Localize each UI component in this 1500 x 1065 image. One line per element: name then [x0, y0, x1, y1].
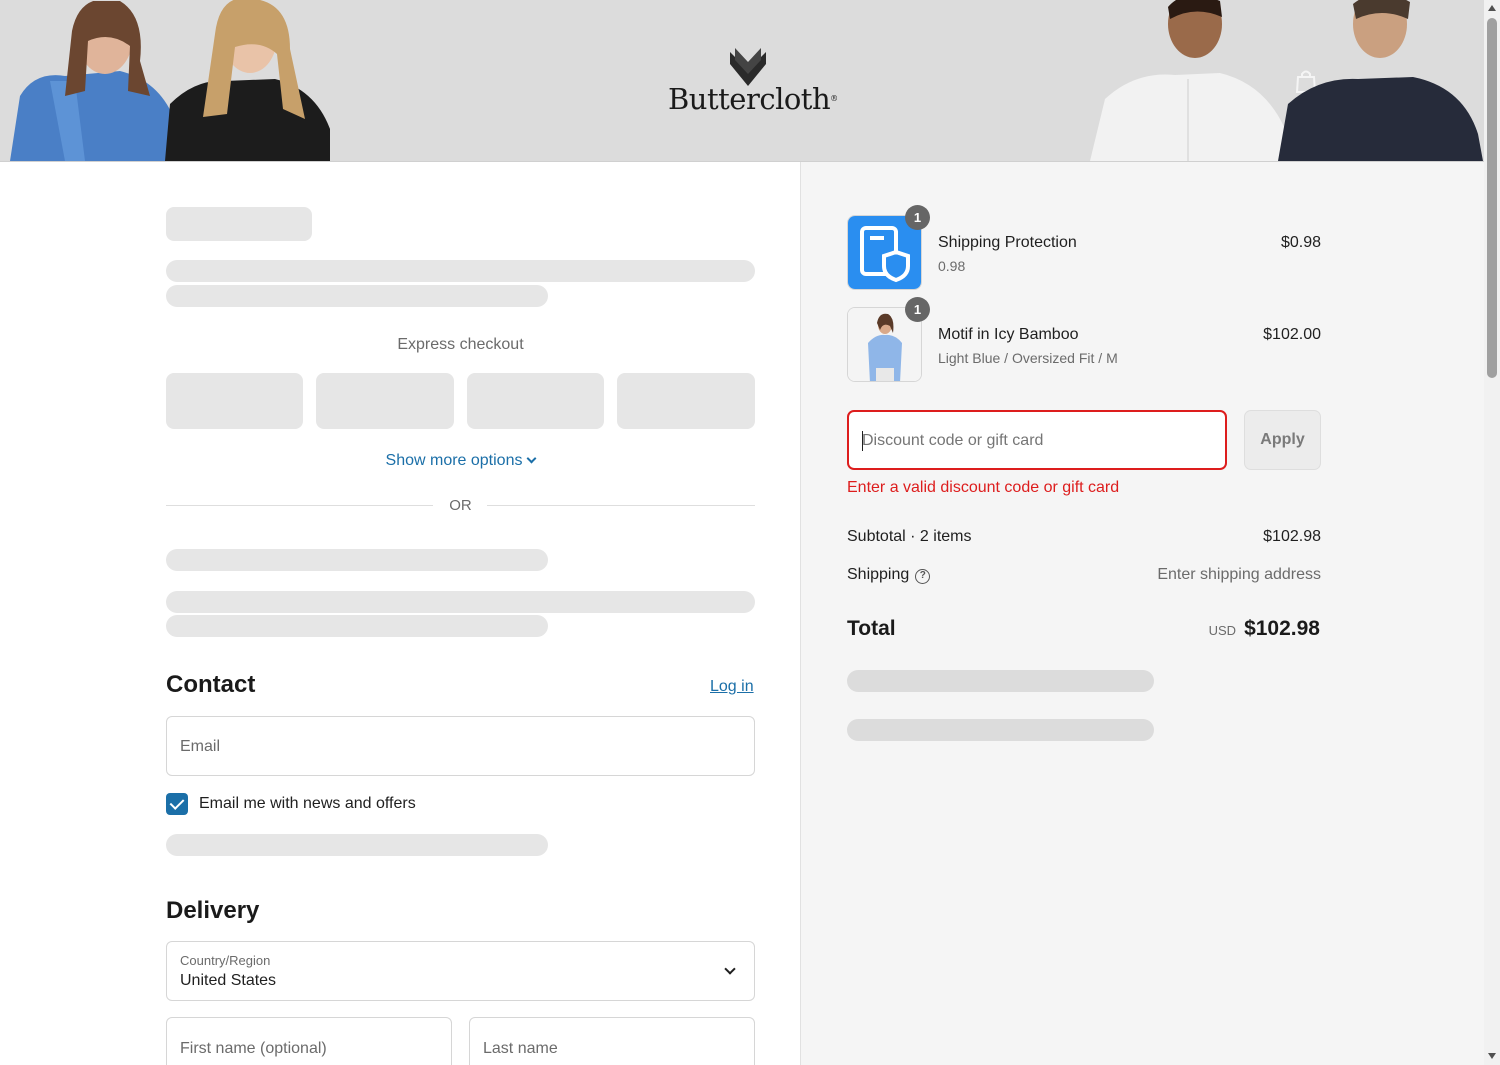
currency-code: USD	[1208, 623, 1237, 638]
express-pay-button[interactable]	[166, 373, 303, 429]
skeleton-line	[166, 615, 548, 637]
contact-heading: Contact	[166, 671, 256, 698]
chevron-down-icon	[724, 963, 736, 975]
item-name: Shipping Protection	[938, 234, 1077, 251]
country-label: Country/Region	[180, 953, 271, 968]
text-caret	[862, 431, 863, 451]
quantity-badge: 1	[905, 297, 930, 322]
total-label: Total	[847, 617, 896, 640]
total-value: $102.98	[1244, 617, 1320, 640]
order-item: 1 Motif in Icy Bamboo Light Blue / Overs…	[847, 297, 1321, 383]
model-photo-man-white	[1090, 0, 1290, 161]
model-photo-man-navy	[1278, 0, 1483, 161]
header-banner: Buttercloth®	[0, 0, 1484, 162]
order-item: 1 Shipping Protection 0.98 $0.98	[847, 205, 1321, 291]
item-name: Motif in Icy Bamboo	[938, 326, 1079, 343]
scroll-down-arrow-icon[interactable]	[1488, 1053, 1496, 1059]
express-pay-button[interactable]	[467, 373, 604, 429]
item-variant: Light Blue / Oversized Fit / M	[938, 350, 1118, 366]
skeleton-line	[166, 591, 755, 613]
discount-placeholder: Discount code or gift card	[862, 432, 1044, 449]
discount-error-message: Enter a valid discount code or gift card	[847, 479, 1120, 496]
item-price: $102.00	[1263, 326, 1321, 343]
log-in-link[interactable]: Log in	[710, 678, 754, 696]
model-photo-woman-blue	[10, 1, 175, 161]
skeleton-heading	[166, 207, 312, 241]
newsletter-checkbox[interactable]	[166, 793, 188, 815]
last-name-placeholder: Last name	[483, 1040, 558, 1057]
country-value: United States	[180, 972, 277, 989]
express-pay-button[interactable]	[617, 373, 755, 429]
skeleton-line	[166, 834, 548, 856]
skeleton-line	[847, 719, 1154, 741]
subtotal-label: Subtotal · 2 items	[847, 528, 972, 545]
skeleton-line	[166, 549, 548, 571]
email-placeholder: Email	[180, 738, 221, 755]
subtotal-value: $102.98	[1263, 528, 1321, 545]
page-scrollbar[interactable]	[1484, 0, 1500, 1065]
chevron-down-icon	[527, 453, 537, 464]
checkout-form-column: Express checkout Show more options OR Co…	[0, 162, 800, 1065]
skeleton-line	[847, 670, 1154, 692]
item-price: $0.98	[1280, 234, 1321, 251]
email-field[interactable]: Email	[166, 716, 755, 776]
newsletter-label[interactable]: Email me with news and offers	[199, 795, 416, 813]
express-checkout-title: Express checkout	[397, 336, 524, 353]
scroll-up-arrow-icon[interactable]	[1488, 5, 1496, 11]
apply-discount-button[interactable]: Apply	[1244, 410, 1321, 470]
scroll-thumb[interactable]	[1487, 18, 1497, 378]
quantity-badge: 1	[905, 205, 930, 230]
show-more-options-button[interactable]: Show more options	[166, 452, 755, 470]
first-name-field[interactable]: First name (optional)	[166, 1017, 452, 1065]
help-circle-icon[interactable]: ?	[915, 569, 931, 584]
or-divider: OR	[166, 496, 755, 516]
brand-name: Buttercloth®	[668, 82, 838, 116]
discount-code-input[interactable]: Discount code or gift card	[847, 410, 1227, 470]
last-name-field[interactable]: Last name	[469, 1017, 755, 1065]
shipping-value: Enter shipping address	[1157, 566, 1321, 583]
item-variant: 0.98	[938, 258, 966, 274]
delivery-heading: Delivery	[166, 897, 260, 924]
express-pay-button[interactable]	[316, 373, 454, 429]
skeleton-line	[166, 260, 755, 282]
total-amount: USD $102.98	[1209, 617, 1320, 641]
first-name-placeholder: First name (optional)	[180, 1040, 327, 1057]
country-select[interactable]: Country/Region United States	[166, 941, 755, 1001]
model-photo-woman-black	[165, 0, 330, 161]
brand-logo[interactable]: Buttercloth®	[668, 48, 838, 120]
order-summary-column: 1 Shipping Protection 0.98 $0.98 1 Motif…	[800, 162, 1484, 1065]
skeleton-line	[166, 285, 548, 307]
shipping-label: Shipping	[847, 566, 910, 583]
